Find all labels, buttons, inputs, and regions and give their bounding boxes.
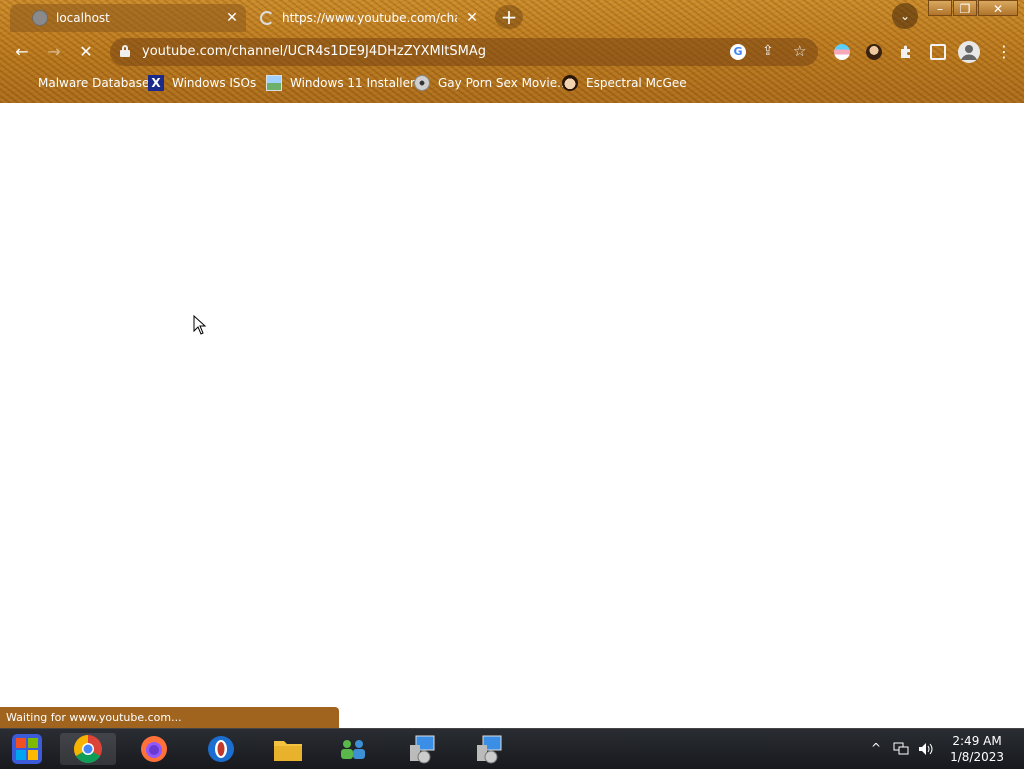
lock-icon[interactable]	[120, 45, 130, 57]
url-text[interactable]: youtube.com/channel/UCR4s1DE9J4DHzZYXMlt…	[142, 44, 486, 59]
tab-search-button[interactable]: ⌄	[892, 3, 918, 29]
bookmark-malware-database[interactable]: Malware Database	[14, 75, 149, 91]
tab-close-button[interactable]: ✕	[224, 10, 240, 26]
bookmark-espectral-mcgee[interactable]: Espectral McGee	[562, 75, 687, 91]
share-icon[interactable]: ⇪	[762, 43, 774, 59]
extension-avatar-icon[interactable]	[866, 44, 882, 60]
status-bubble: Waiting for www.youtube.com...	[0, 707, 339, 728]
maximize-button[interactable]: ❐	[953, 0, 977, 16]
profile-avatar-icon[interactable]	[958, 41, 980, 63]
chrome-icon	[74, 735, 102, 763]
taskbar-file-explorer[interactable]	[260, 733, 316, 765]
address-bar[interactable]: youtube.com/channel/UCR4s1DE9J4DHzZYXMlt…	[110, 38, 818, 66]
folder-icon	[274, 741, 302, 761]
installer-icon	[477, 735, 502, 764]
people-network-icon	[341, 740, 365, 759]
taskbar-firefox[interactable]	[126, 733, 182, 765]
mouse-cursor-icon	[193, 315, 207, 335]
tab-localhost[interactable]: localhost ✕	[10, 4, 246, 32]
extensions-puzzle-icon[interactable]	[898, 44, 914, 60]
system-clock[interactable]: 2:49 AM 1/8/2023	[950, 733, 1004, 765]
tab-title: https://www.youtube.com/channe	[282, 11, 457, 25]
tab-close-button[interactable]: ✕	[464, 10, 480, 26]
clock-time: 2:49 AM	[952, 734, 1002, 748]
firefox-icon	[141, 736, 167, 762]
x-logo-icon: X	[148, 75, 164, 91]
show-hidden-icons-button[interactable]: ^	[871, 741, 881, 755]
tab-title: localhost	[56, 11, 110, 25]
side-panel-icon[interactable]	[930, 44, 946, 60]
bookmark-malware-icon	[14, 75, 30, 91]
tab-youtube[interactable]: https://www.youtube.com/channe ✕	[250, 4, 486, 32]
disc-icon	[414, 75, 430, 91]
extension-flag-icon[interactable]	[834, 44, 850, 60]
back-button[interactable]: ←	[10, 40, 34, 64]
taskbar: ^ 2:49 AM 1/8/2023	[0, 728, 1024, 769]
bookmark-windows-11-installer[interactable]: Windows 11 Installer	[266, 75, 415, 91]
google-lens-icon[interactable]: G	[730, 44, 746, 60]
bookmarks-bar: Malware Database X Windows ISOs Windows …	[0, 72, 1024, 96]
face-icon	[562, 75, 578, 91]
installer-icon	[410, 735, 435, 764]
minimize-button[interactable]: –	[928, 0, 952, 16]
start-button[interactable]	[0, 733, 54, 765]
windows-logo-icon	[12, 734, 42, 764]
bookmark-gay-porn-sex-movie[interactable]: Gay Porn Sex Movie...	[414, 75, 569, 91]
taskbar-opera[interactable]	[193, 733, 249, 765]
clock-date: 1/8/2023	[950, 750, 1004, 764]
globe-icon	[32, 10, 48, 26]
bookmark-star-icon[interactable]: ☆	[793, 42, 806, 60]
network-icon[interactable]	[893, 742, 909, 756]
close-window-button[interactable]: ✕	[978, 0, 1018, 16]
forward-button[interactable]: →	[42, 40, 66, 64]
volume-icon[interactable]	[917, 741, 935, 757]
opera-icon	[208, 736, 234, 762]
taskbar-network-people[interactable]	[325, 733, 381, 765]
loading-spinner-icon	[260, 11, 274, 25]
image-icon	[266, 75, 282, 91]
taskbar-chrome[interactable]	[60, 733, 116, 765]
browser-menu-button[interactable]: ⋮	[992, 40, 1016, 64]
new-tab-button[interactable]: +	[495, 5, 523, 29]
page-content	[0, 103, 1024, 728]
taskbar-installer-1[interactable]	[394, 733, 450, 765]
stop-loading-button[interactable]: ✕	[74, 40, 98, 64]
bookmark-windows-isos[interactable]: X Windows ISOs	[148, 75, 256, 91]
taskbar-installer-2[interactable]	[461, 733, 517, 765]
browser-chrome: localhost ✕ https://www.youtube.com/chan…	[0, 0, 1024, 103]
